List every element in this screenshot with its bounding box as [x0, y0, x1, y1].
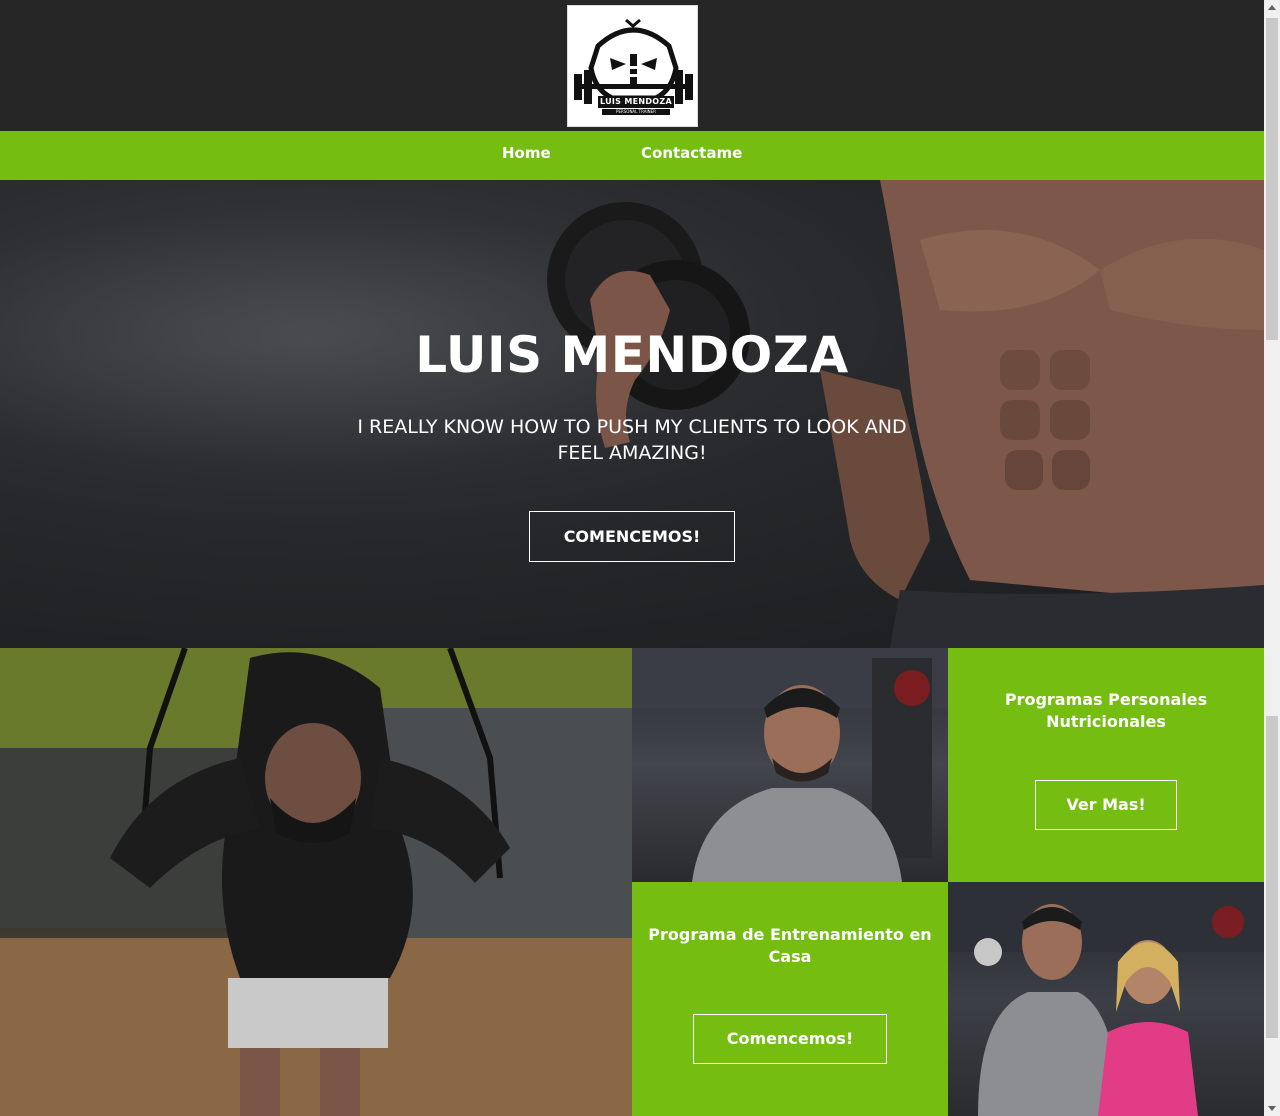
home-training-program-card: Programa de Entrenamiento en Casa Comenc… — [632, 882, 948, 1116]
trainer-workout-photo — [0, 648, 632, 1116]
logo-subtext: PERSONAL TRAINER — [602, 109, 670, 115]
vertical-scrollbar[interactable] — [1264, 0, 1280, 1116]
chevron-down-icon — [1268, 1106, 1276, 1111]
trainer-portrait-illustration — [632, 648, 948, 882]
hero-subtitle: I REALLY KNOW HOW TO PUSH MY CLIENTS TO … — [357, 416, 907, 464]
hero-title: LUIS MENDOZA — [415, 326, 849, 384]
chevron-up-icon — [1268, 5, 1276, 10]
hero-cta-button[interactable]: COMENCEMOS! — [529, 511, 735, 562]
nutrition-program-card: Programas Personales Nutricionales Ver M… — [948, 648, 1264, 882]
site-header: LUIS MENDOZA PERSONAL TRAINER — [0, 0, 1264, 131]
scrollbar-thumb-secondary[interactable] — [1266, 716, 1278, 1038]
trainer-portrait-photo — [632, 648, 948, 882]
hero-banner: LUIS MENDOZA I REALLY KNOW HOW TO PUSH M… — [0, 180, 1264, 648]
page: LUIS MENDOZA PERSONAL TRAINER Home Conta… — [0, 0, 1280, 1116]
comencemos-button[interactable]: Comencemos! — [693, 1014, 887, 1064]
nutrition-program-title: Programas Personales Nutricionales — [1004, 690, 1208, 731]
logo-text: LUIS MENDOZA — [598, 96, 674, 108]
nav-item-home[interactable]: Home — [502, 131, 551, 180]
ver-mas-button[interactable]: Ver Mas! — [1035, 780, 1177, 830]
nav-item-contactame[interactable]: Contactame — [641, 131, 742, 180]
main-nav: Home Contactame — [0, 131, 1264, 180]
trainer-client-illustration — [948, 882, 1264, 1116]
trainer-workout-illustration — [0, 648, 632, 1116]
trainer-client-photo — [948, 882, 1264, 1116]
scroll-up-button[interactable] — [1264, 0, 1280, 16]
site-logo[interactable]: LUIS MENDOZA PERSONAL TRAINER — [567, 5, 698, 127]
scrollbar-thumb[interactable] — [1266, 18, 1278, 340]
home-training-program-title: Programa de Entrenamiento en Casa — [648, 925, 932, 966]
scroll-down-button[interactable] — [1264, 1100, 1280, 1116]
